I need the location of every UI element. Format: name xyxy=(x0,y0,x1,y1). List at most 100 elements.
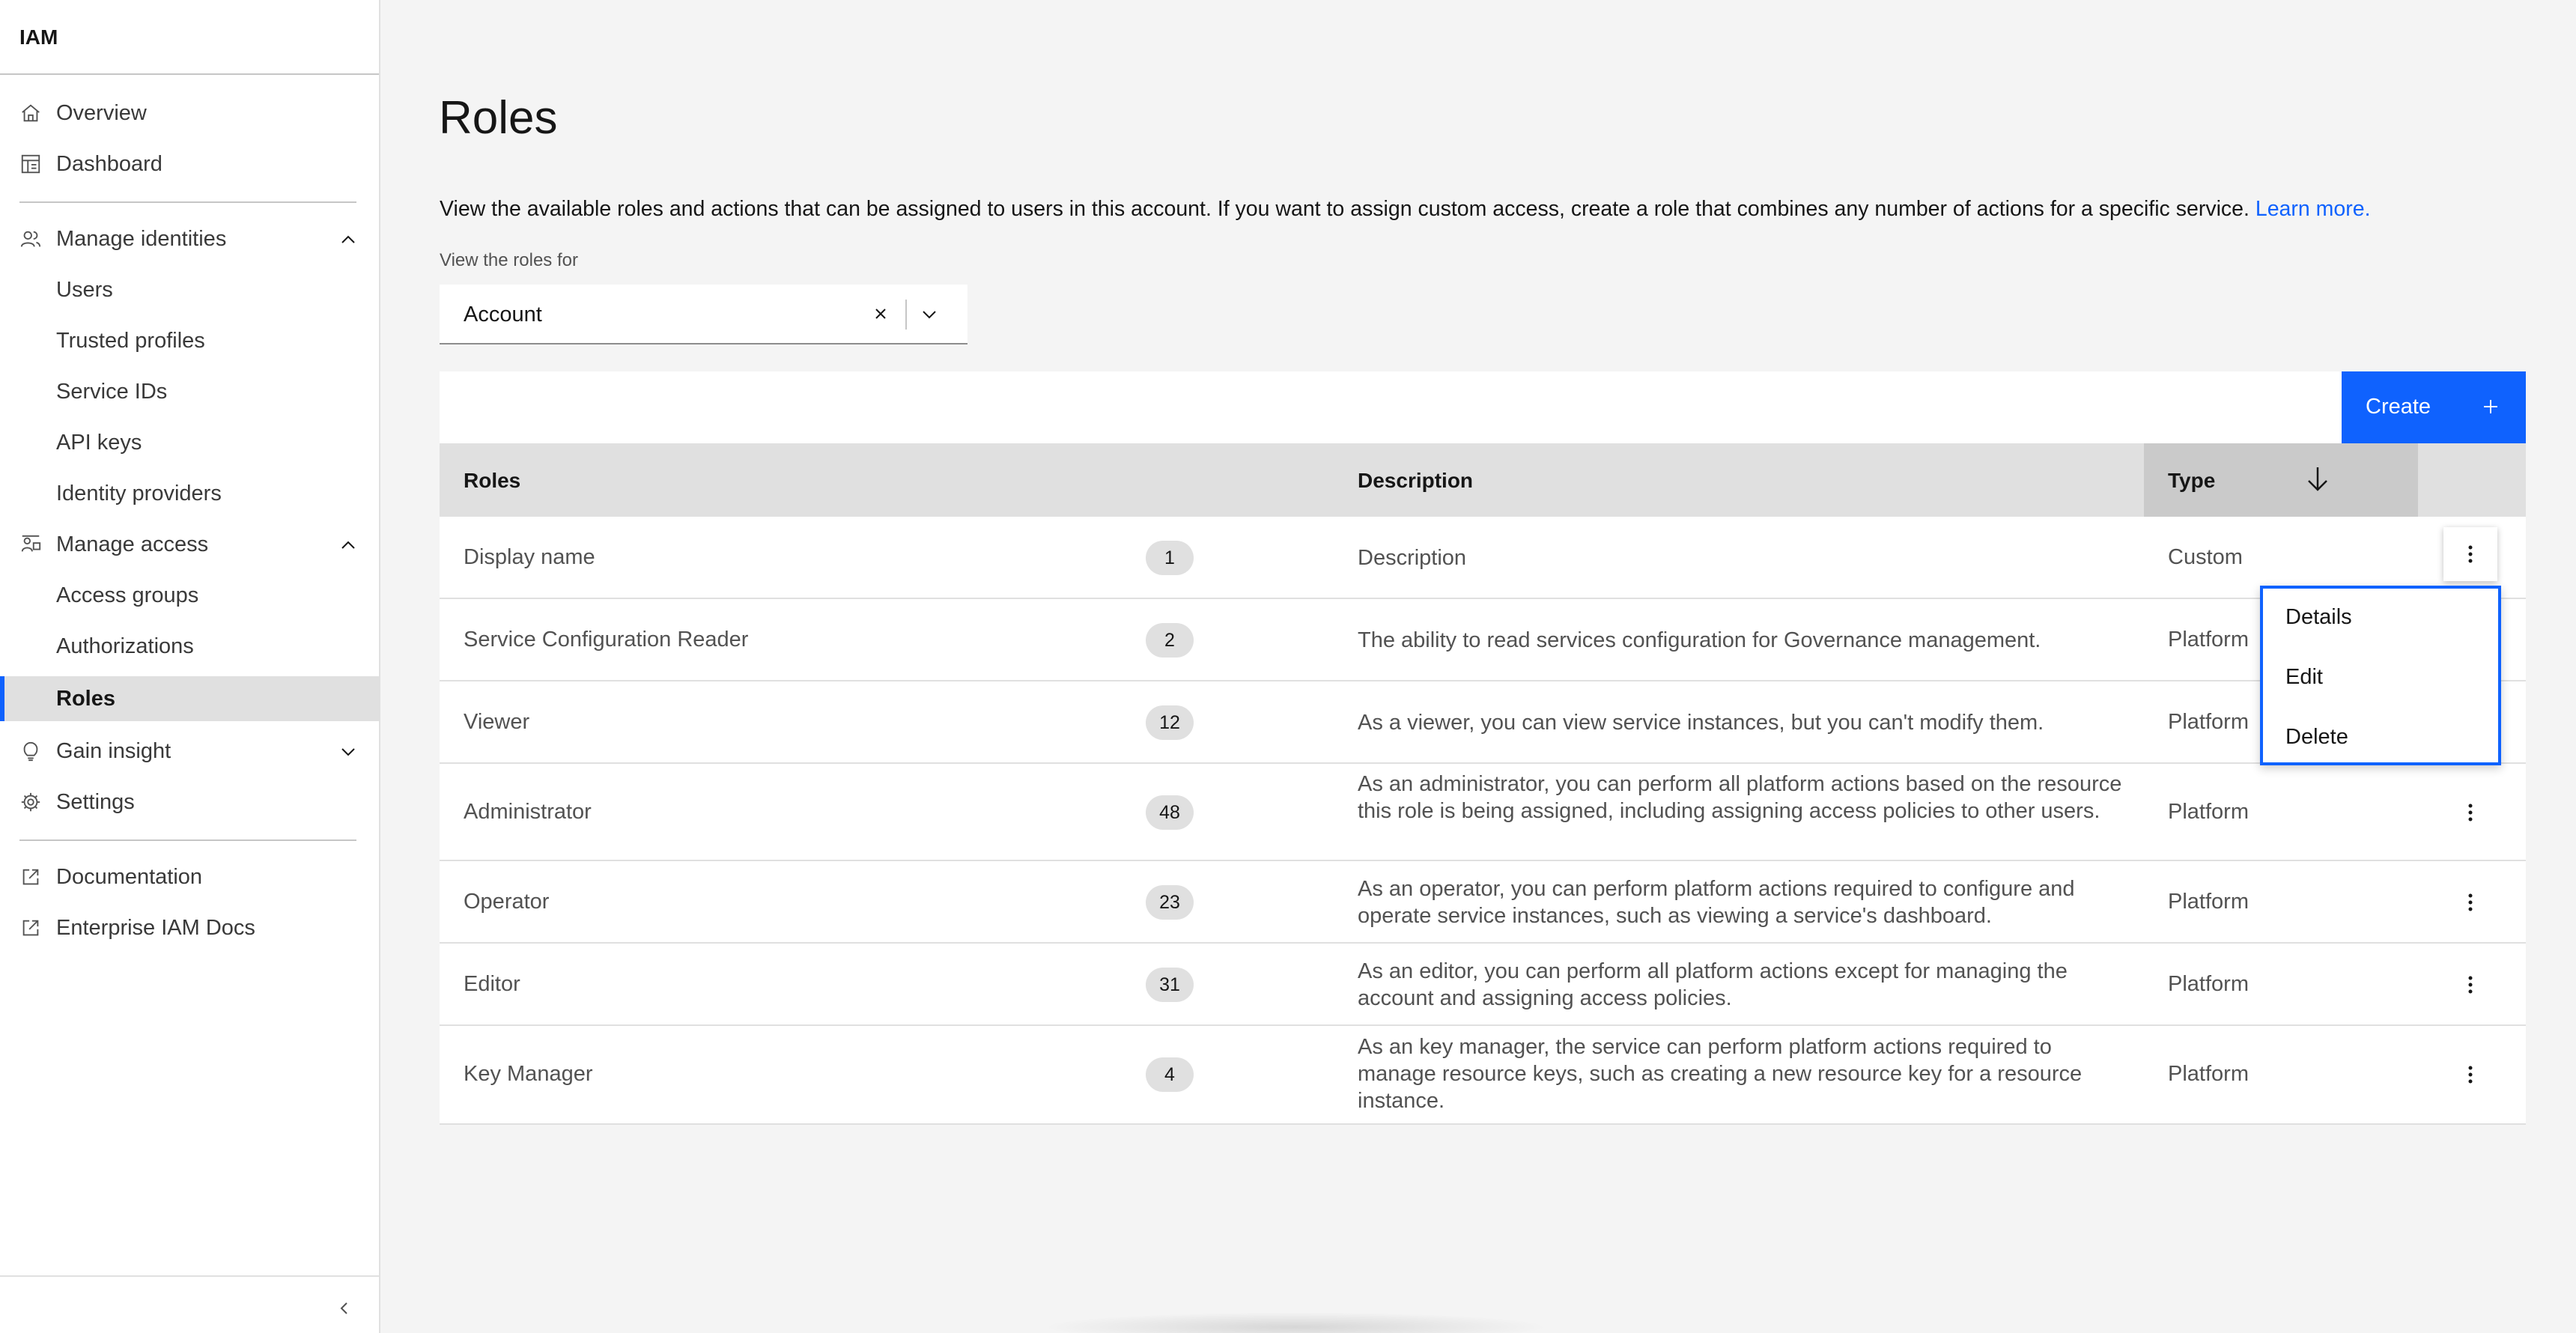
sidebar-item-dashboard[interactable]: Dashboard xyxy=(0,142,379,186)
plus-icon xyxy=(2484,400,2497,413)
sidebar-item-api-keys[interactable]: API keys xyxy=(0,420,379,465)
sidebar-title: IAM xyxy=(0,0,379,75)
page-title: Roles xyxy=(439,92,558,144)
sidebar-item-settings[interactable]: Settings xyxy=(0,780,379,825)
dropdown-value: Account xyxy=(464,303,542,327)
overflow-menu-button[interactable] xyxy=(2443,1048,2497,1102)
table-toolbar xyxy=(440,371,2526,443)
menu-item-delete[interactable]: Delete xyxy=(2285,725,2348,750)
sidebar-item-label: Service IDs xyxy=(56,379,168,404)
role-name: Administrator xyxy=(464,800,592,824)
dropdown-separator xyxy=(905,300,907,330)
sidebar-item-trusted-profiles[interactable]: Trusted profiles xyxy=(0,318,379,363)
count-badge: 12 xyxy=(1146,705,1194,740)
count-badge: 48 xyxy=(1146,795,1194,830)
role-name: Viewer xyxy=(464,710,530,734)
count-badge: 31 xyxy=(1146,968,1194,1002)
table-row[interactable]: Editor 31 As an editor, you can perform … xyxy=(440,944,2526,1026)
sidebar-item-identity-providers[interactable]: Identity providers xyxy=(0,471,379,516)
chevron-down-icon[interactable] xyxy=(919,304,940,325)
sidebar-item-label: Gain insight xyxy=(56,738,171,763)
overflow-menu-button[interactable] xyxy=(2443,958,2497,1012)
launch-icon xyxy=(22,920,39,936)
sidebar-item-service-ids[interactable]: Service IDs xyxy=(0,369,379,414)
role-description: As an editor, you can perform all platfo… xyxy=(1358,959,2068,1010)
sidebar-item-label: Manage identities xyxy=(56,226,227,251)
sidebar-divider xyxy=(19,201,356,203)
sidebar-item-overview[interactable]: Overview xyxy=(0,91,379,136)
sidebar-item-label: Documentation xyxy=(56,864,203,889)
create-button-label: Create xyxy=(2366,395,2431,419)
sidebar-item-label: Overview xyxy=(56,100,147,125)
header-roles[interactable]: Roles xyxy=(464,469,520,493)
sidebar-item-access-groups[interactable]: Access groups xyxy=(0,573,379,618)
header-description: Description xyxy=(1358,469,1474,492)
role-type: Platform xyxy=(2168,710,2249,734)
overflow-icon xyxy=(2468,893,2473,911)
role-type: Platform xyxy=(2168,890,2249,914)
overflow-menu: Details Edit Delete xyxy=(2260,586,2501,765)
table-row[interactable]: Administrator 48 As an administrator, yo… xyxy=(440,764,2526,861)
create-role-button[interactable]: Create xyxy=(2342,371,2526,443)
overflow-menu-button[interactable] xyxy=(2443,527,2497,581)
role-description: As a viewer, you can view service instan… xyxy=(1358,711,2044,735)
access-icon xyxy=(21,535,41,552)
sidebar-item-authorizations[interactable]: Authorizations xyxy=(0,624,379,669)
close-icon[interactable] xyxy=(871,304,890,324)
sidebar-item-label: Roles xyxy=(56,686,115,711)
role-description: The ability to read services configurati… xyxy=(1358,628,2041,652)
chevron-up-icon xyxy=(341,541,355,549)
table-row[interactable]: Service Configuration Reader 2 The abili… xyxy=(440,599,2526,681)
sidebar-item-label: Access groups xyxy=(56,583,199,607)
overflow-menu-button[interactable] xyxy=(2443,786,2497,839)
table-row[interactable]: Viewer 12 As a viewer, you can view serv… xyxy=(440,681,2526,764)
view-roles-label: View the roles for xyxy=(440,250,578,270)
sidebar-item-manage-identities[interactable]: Manage identities xyxy=(0,216,379,261)
overflow-icon xyxy=(2468,976,2473,994)
table-row[interactable]: Display name 1 Description Custom xyxy=(440,517,2526,599)
role-description: As an operator, you can perform platform… xyxy=(1358,877,2075,928)
sidebar-item-enterprise-docs[interactable]: Enterprise IAM Docs xyxy=(0,905,379,950)
overflow-menu-button[interactable] xyxy=(2443,875,2497,929)
sidebar-item-label: Users xyxy=(56,277,113,302)
overflow-icon xyxy=(2468,545,2473,563)
table-row[interactable]: Key Manager 4 As an key manager, the ser… xyxy=(440,1026,2526,1125)
arrow-down-icon[interactable] xyxy=(2304,464,2331,494)
role-type: Custom xyxy=(2168,545,2243,569)
sidebar-item-roles[interactable]: Roles xyxy=(0,676,379,721)
users-icon xyxy=(20,231,41,247)
chevron-down-icon xyxy=(341,748,355,756)
overflow-icon xyxy=(2468,804,2473,822)
chevron-up-icon xyxy=(341,235,355,243)
role-type: Platform xyxy=(2168,1062,2249,1086)
sidebar-item-label: Settings xyxy=(56,789,135,814)
role-type: Platform xyxy=(2168,628,2249,652)
role-type: Platform xyxy=(2168,800,2249,824)
count-badge: 1 xyxy=(1146,541,1194,575)
sidebar-item-label: Authorizations xyxy=(56,634,194,658)
table-row[interactable]: Operator 23 As an operator, you can perf… xyxy=(440,861,2526,944)
header-type[interactable]: Type xyxy=(2168,469,2215,493)
sidebar-item-gain-insight[interactable]: Gain insight xyxy=(0,729,379,774)
roles-scope-dropdown[interactable]: Account xyxy=(440,285,967,344)
sidebar-footer xyxy=(0,1275,379,1333)
role-name: Display name xyxy=(464,545,595,569)
sidebar-item-label: Manage access xyxy=(56,532,209,556)
collapse-chevron-icon[interactable] xyxy=(335,1299,353,1317)
learn-more-link[interactable]: Learn more. xyxy=(2255,197,2371,221)
role-name: Editor xyxy=(464,972,520,996)
sidebar-item-users[interactable]: Users xyxy=(0,267,379,312)
menu-item-details[interactable]: Details xyxy=(2285,605,2352,630)
role-name: Operator xyxy=(464,890,550,914)
role-type: Platform xyxy=(2168,972,2249,996)
sidebar-item-label: Enterprise IAM Docs xyxy=(56,915,255,940)
sidebar-divider xyxy=(19,839,356,841)
table-header: Roles Description Type xyxy=(440,443,2526,517)
count-badge: 2 xyxy=(1146,623,1194,658)
sidebar-item-documentation[interactable]: Documentation xyxy=(0,854,379,899)
role-name: Key Manager xyxy=(464,1062,593,1086)
role-description: Description xyxy=(1358,546,1467,570)
intro-text: View the available roles and actions tha… xyxy=(440,197,2250,221)
menu-item-edit[interactable]: Edit xyxy=(2285,665,2323,690)
sidebar-item-manage-access[interactable]: Manage access xyxy=(0,522,379,567)
